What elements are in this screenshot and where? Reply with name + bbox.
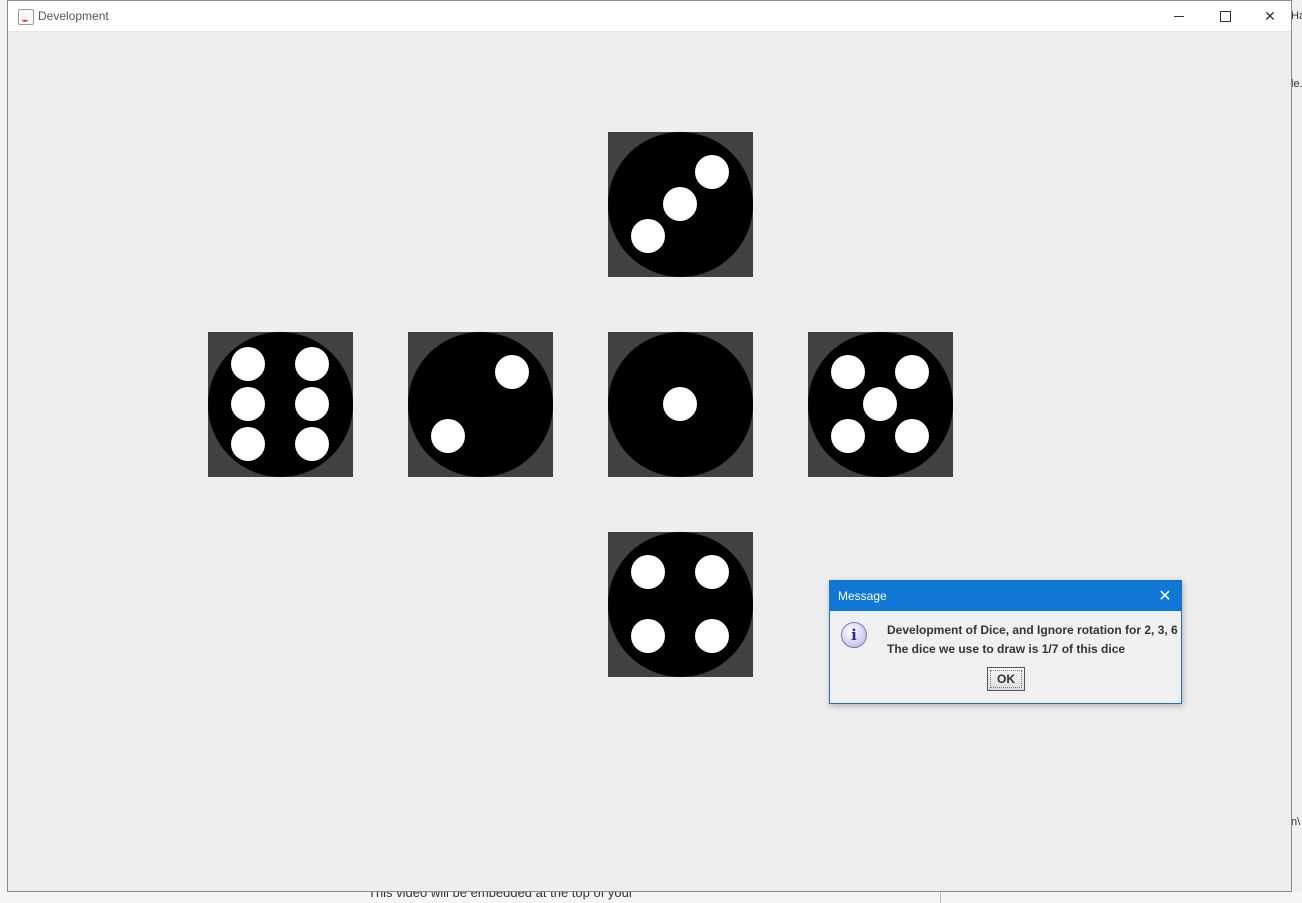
die-pip [631,619,665,653]
die-pip [695,555,729,589]
die-face [208,332,353,477]
background-right-fragment: le. [1291,78,1302,90]
minimize-button[interactable] [1156,1,1202,31]
die-face [608,132,753,277]
window-title: Development [38,9,109,23]
die-pip [231,427,265,461]
die-pip [295,347,329,381]
background-right-panel [1292,0,1302,903]
die-pip [663,387,697,421]
die-face [608,532,753,677]
dialog-message-line: Development of Dice, and Ignore rotation… [887,623,1178,637]
die-center [608,332,753,477]
close-icon: ✕ [1264,7,1276,24]
die-right [808,332,953,477]
die-pip [831,419,865,453]
die-pip [695,155,729,189]
java-app-icon[interactable] [18,9,34,25]
minimize-icon [1174,15,1184,17]
dialog-titlebar[interactable]: Message ✕ [830,581,1181,611]
close-icon: ✕ [1158,588,1172,605]
development-window: Development ✕ [7,0,1292,892]
die-pip [831,355,865,389]
die-face [808,332,953,477]
maximize-icon [1219,10,1231,22]
die-pip [695,619,729,653]
background-divider [940,892,941,903]
dialog-close-button[interactable]: ✕ [1149,581,1181,611]
die-left-inner [408,332,553,477]
die-left-outer [208,332,353,477]
die-pip [295,387,329,421]
background-right-fragment: n\ [1291,816,1301,828]
dialog-title: Message [838,589,887,603]
die-pip [231,347,265,381]
die-pip [663,187,697,221]
die-pip [495,355,529,389]
die-pip [863,387,897,421]
window-titlebar[interactable]: Development ✕ [8,1,1291,32]
die-pip [895,419,929,453]
die-pip [295,427,329,461]
close-button[interactable]: ✕ [1247,1,1293,31]
die-bottom [608,532,753,677]
die-pip [431,419,465,453]
dice-canvas [8,32,1291,891]
info-icon: i [841,622,867,648]
die-pip [631,219,665,253]
background-bottom-panel [0,892,1302,903]
die-pip [231,387,265,421]
maximize-button[interactable] [1202,1,1248,31]
ok-button[interactable]: OK [987,667,1025,691]
die-face [608,332,753,477]
message-dialog: Message ✕ i Development of Dice, and Ign… [829,580,1182,704]
die-face [408,332,553,477]
die-pip [895,355,929,389]
die-pip [631,555,665,589]
die-top [608,132,753,277]
dialog-message-line: The dice we use to draw is 1/7 of this d… [887,642,1126,656]
